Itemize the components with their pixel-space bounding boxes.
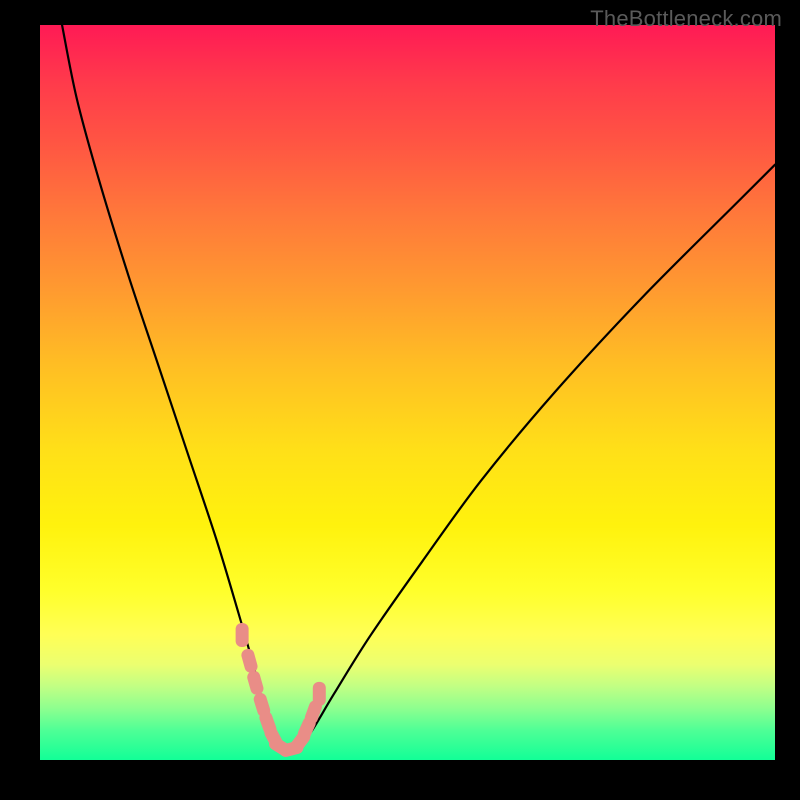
highlight-marker xyxy=(236,623,249,647)
highlight-markers xyxy=(236,623,326,759)
watermark-text: TheBottleneck.com xyxy=(590,6,782,32)
highlight-marker xyxy=(246,670,265,697)
highlight-marker xyxy=(240,647,259,674)
chart-plot-area xyxy=(40,25,775,760)
chart-svg xyxy=(40,25,775,760)
highlight-marker xyxy=(313,682,326,706)
bottleneck-curve xyxy=(62,25,775,753)
